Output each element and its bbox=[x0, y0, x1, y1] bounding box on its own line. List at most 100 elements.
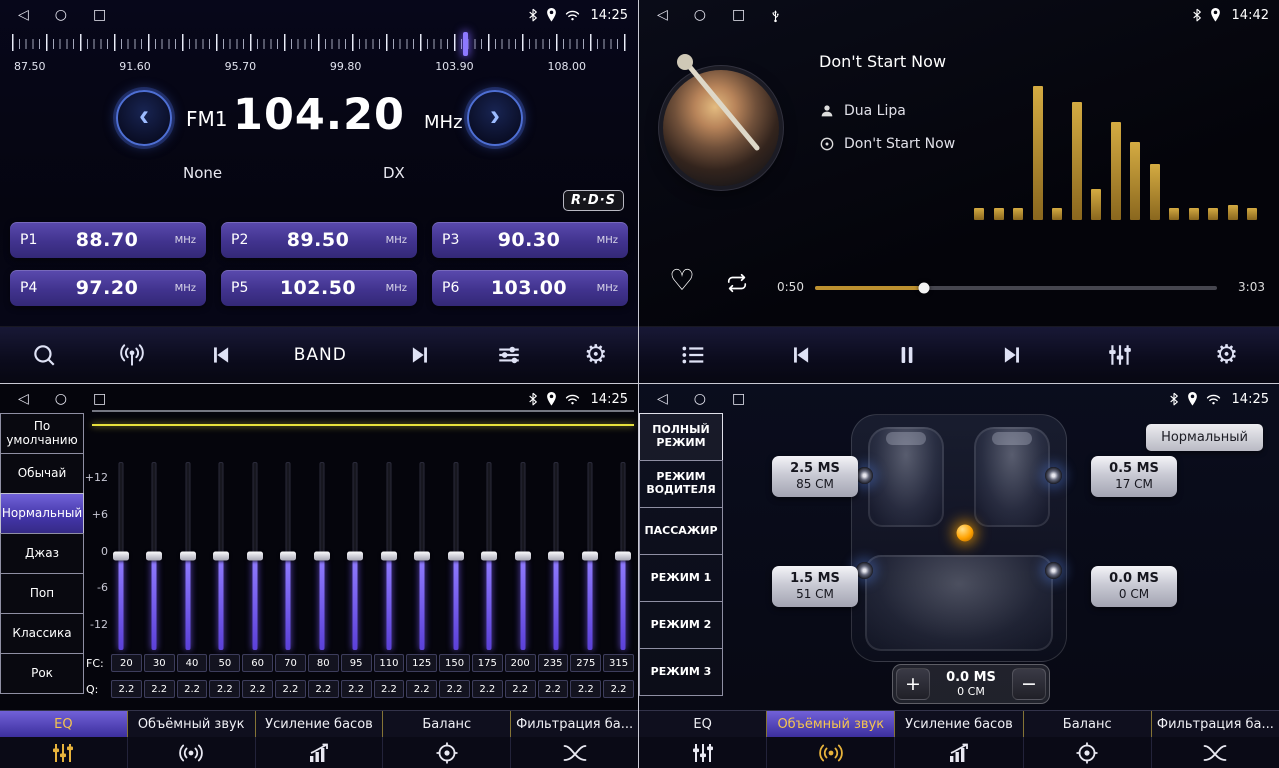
next-station-button[interactable] bbox=[404, 338, 438, 372]
preset-button-p3[interactable]: P390.30MHz bbox=[432, 222, 628, 258]
preset-button-p2[interactable]: P289.50MHz bbox=[221, 222, 417, 258]
eq-band-slider-20hz[interactable] bbox=[112, 462, 129, 650]
eq-tab-icon[interactable] bbox=[639, 737, 767, 768]
repeat-button[interactable] bbox=[725, 272, 749, 298]
back-icon[interactable]: ◁ bbox=[18, 392, 29, 406]
eq-slider-handle[interactable] bbox=[347, 552, 363, 561]
home-icon[interactable]: ○ bbox=[55, 392, 67, 406]
eq-slider-handle[interactable] bbox=[113, 552, 129, 561]
eq-slider-handle[interactable] bbox=[548, 552, 564, 561]
tuner-button[interactable] bbox=[114, 338, 150, 372]
eq-band-slider-110hz[interactable] bbox=[380, 462, 397, 650]
equalizer-button[interactable] bbox=[1103, 338, 1137, 372]
eq-band-slider-175hz[interactable] bbox=[481, 462, 498, 650]
scan-button[interactable] bbox=[27, 338, 61, 372]
eq-band-slider-235hz[interactable] bbox=[548, 462, 565, 650]
eq-band-slider-95hz[interactable] bbox=[347, 462, 364, 650]
favorite-button[interactable]: ♡ bbox=[669, 266, 695, 295]
delay-decrease-button[interactable]: − bbox=[1012, 668, 1046, 700]
balance-tab-icon[interactable] bbox=[383, 737, 511, 768]
bass-boost-tab-icon[interactable] bbox=[895, 737, 1023, 768]
back-icon[interactable]: ◁ bbox=[657, 392, 668, 406]
frequency-indicator[interactable] bbox=[463, 32, 468, 56]
surround-tab-icon[interactable] bbox=[128, 737, 256, 768]
recents-icon[interactable]: □ bbox=[732, 392, 745, 406]
audio-tab-surround[interactable]: Объёмный звук bbox=[128, 711, 256, 737]
eq-slider-handle[interactable] bbox=[615, 552, 631, 561]
playlist-button[interactable] bbox=[676, 338, 710, 372]
eq-slider-handle[interactable] bbox=[448, 552, 464, 561]
home-icon[interactable]: ○ bbox=[55, 8, 67, 22]
eq-preset-option[interactable]: Джаз bbox=[0, 533, 84, 574]
eq-slider-handle[interactable] bbox=[414, 552, 430, 561]
preset-button-p6[interactable]: P6103.00MHz bbox=[432, 270, 628, 306]
band-button[interactable]: BAND bbox=[290, 341, 351, 369]
recents-icon[interactable]: □ bbox=[93, 8, 106, 22]
rear-left-delay-button[interactable]: 1.5 MS 51 CM bbox=[772, 566, 858, 607]
eq-preset-option[interactable]: Рок bbox=[0, 653, 84, 694]
front-left-delay-button[interactable]: 2.5 MS 85 CM bbox=[772, 456, 858, 497]
settings-button[interactable]: ⚙ bbox=[580, 338, 611, 372]
filter-tab-icon[interactable] bbox=[1152, 737, 1279, 768]
eq-slider-handle[interactable] bbox=[515, 552, 531, 561]
eq-band-slider-275hz[interactable] bbox=[581, 462, 598, 650]
prev-track-button[interactable] bbox=[783, 338, 817, 372]
sound-mode-option[interactable]: РЕЖИМ 3 bbox=[639, 648, 723, 696]
eq-preset-option[interactable]: Нормальный bbox=[0, 493, 84, 534]
seek-bar[interactable] bbox=[815, 286, 1217, 290]
eq-slider-handle[interactable] bbox=[481, 552, 497, 561]
seek-up-button[interactable]: › bbox=[467, 90, 523, 146]
eq-slider-handle[interactable] bbox=[213, 552, 229, 561]
audio-tab-filter[interactable]: Фильтрация ба... bbox=[1152, 711, 1279, 737]
eq-band-slider-30hz[interactable] bbox=[146, 462, 163, 650]
bass-boost-tab-icon[interactable] bbox=[256, 737, 384, 768]
front-right-delay-button[interactable]: 0.5 MS 17 CM bbox=[1091, 456, 1177, 497]
preset-button-p5[interactable]: P5102.50MHz bbox=[221, 270, 417, 306]
back-icon[interactable]: ◁ bbox=[18, 8, 29, 22]
audio-tab-eq[interactable]: EQ bbox=[0, 711, 128, 737]
audio-tab-surround[interactable]: Объёмный звук bbox=[767, 711, 895, 737]
audio-tab-balance[interactable]: Баланс bbox=[1024, 711, 1152, 737]
audio-tab-eq[interactable]: EQ bbox=[639, 711, 767, 737]
eq-band-slider-200hz[interactable] bbox=[514, 462, 531, 650]
eq-slider-handle[interactable] bbox=[146, 552, 162, 561]
recents-icon[interactable]: □ bbox=[93, 392, 106, 406]
frequency-scale[interactable] bbox=[12, 34, 626, 58]
audio-tab-filter[interactable]: Фильтрация ба... bbox=[511, 711, 638, 737]
back-icon[interactable]: ◁ bbox=[657, 8, 668, 22]
eq-preset-option[interactable]: Классика bbox=[0, 613, 84, 654]
eq-slider-handle[interactable] bbox=[314, 552, 330, 561]
eq-band-slider-125hz[interactable] bbox=[414, 462, 431, 650]
settings-button[interactable]: ⚙ bbox=[1211, 338, 1242, 372]
eq-band-slider-60hz[interactable] bbox=[246, 462, 263, 650]
audio-tab-balance[interactable]: Баланс bbox=[383, 711, 511, 737]
recents-icon[interactable]: □ bbox=[732, 8, 745, 22]
eq-slider-handle[interactable] bbox=[247, 552, 263, 561]
listening-position-marker[interactable] bbox=[957, 525, 974, 542]
eq-slider-handle[interactable] bbox=[381, 552, 397, 561]
sound-mode-option[interactable]: РЕЖИМ 2 bbox=[639, 601, 723, 649]
eq-slider-handle[interactable] bbox=[582, 552, 598, 561]
pause-button[interactable] bbox=[891, 338, 923, 372]
eq-band-slider-40hz[interactable] bbox=[179, 462, 196, 650]
rear-right-delay-button[interactable]: 0.0 MS 0 CM bbox=[1091, 566, 1177, 607]
eq-preset-option[interactable]: По умолчанию bbox=[0, 413, 84, 454]
home-icon[interactable]: ○ bbox=[694, 392, 706, 406]
audio-tab-bass-boost[interactable]: Усиление басов bbox=[256, 711, 384, 737]
next-track-button[interactable] bbox=[996, 338, 1030, 372]
filter-tab-icon[interactable] bbox=[511, 737, 638, 768]
audio-settings-button[interactable] bbox=[491, 338, 527, 372]
eq-band-slider-70hz[interactable] bbox=[280, 462, 297, 650]
eq-band-slider-80hz[interactable] bbox=[313, 462, 330, 650]
eq-preset-option[interactable]: Обычай bbox=[0, 453, 84, 494]
eq-tab-icon[interactable] bbox=[0, 737, 128, 768]
sound-mode-option[interactable]: РЕЖИМ 1 bbox=[639, 554, 723, 602]
eq-band-slider-50hz[interactable] bbox=[213, 462, 230, 650]
audio-tab-bass-boost[interactable]: Усиление басов bbox=[895, 711, 1023, 737]
eq-slider-handle[interactable] bbox=[180, 552, 196, 561]
sound-preset-button[interactable]: Нормальный bbox=[1146, 424, 1263, 451]
sound-mode-option[interactable]: ПОЛНЫЙ РЕЖИМ bbox=[639, 413, 723, 461]
home-icon[interactable]: ○ bbox=[694, 8, 706, 22]
prev-station-button[interactable] bbox=[203, 338, 237, 372]
sound-mode-option[interactable]: РЕЖИМ ВОДИТЕЛЯ bbox=[639, 460, 723, 508]
